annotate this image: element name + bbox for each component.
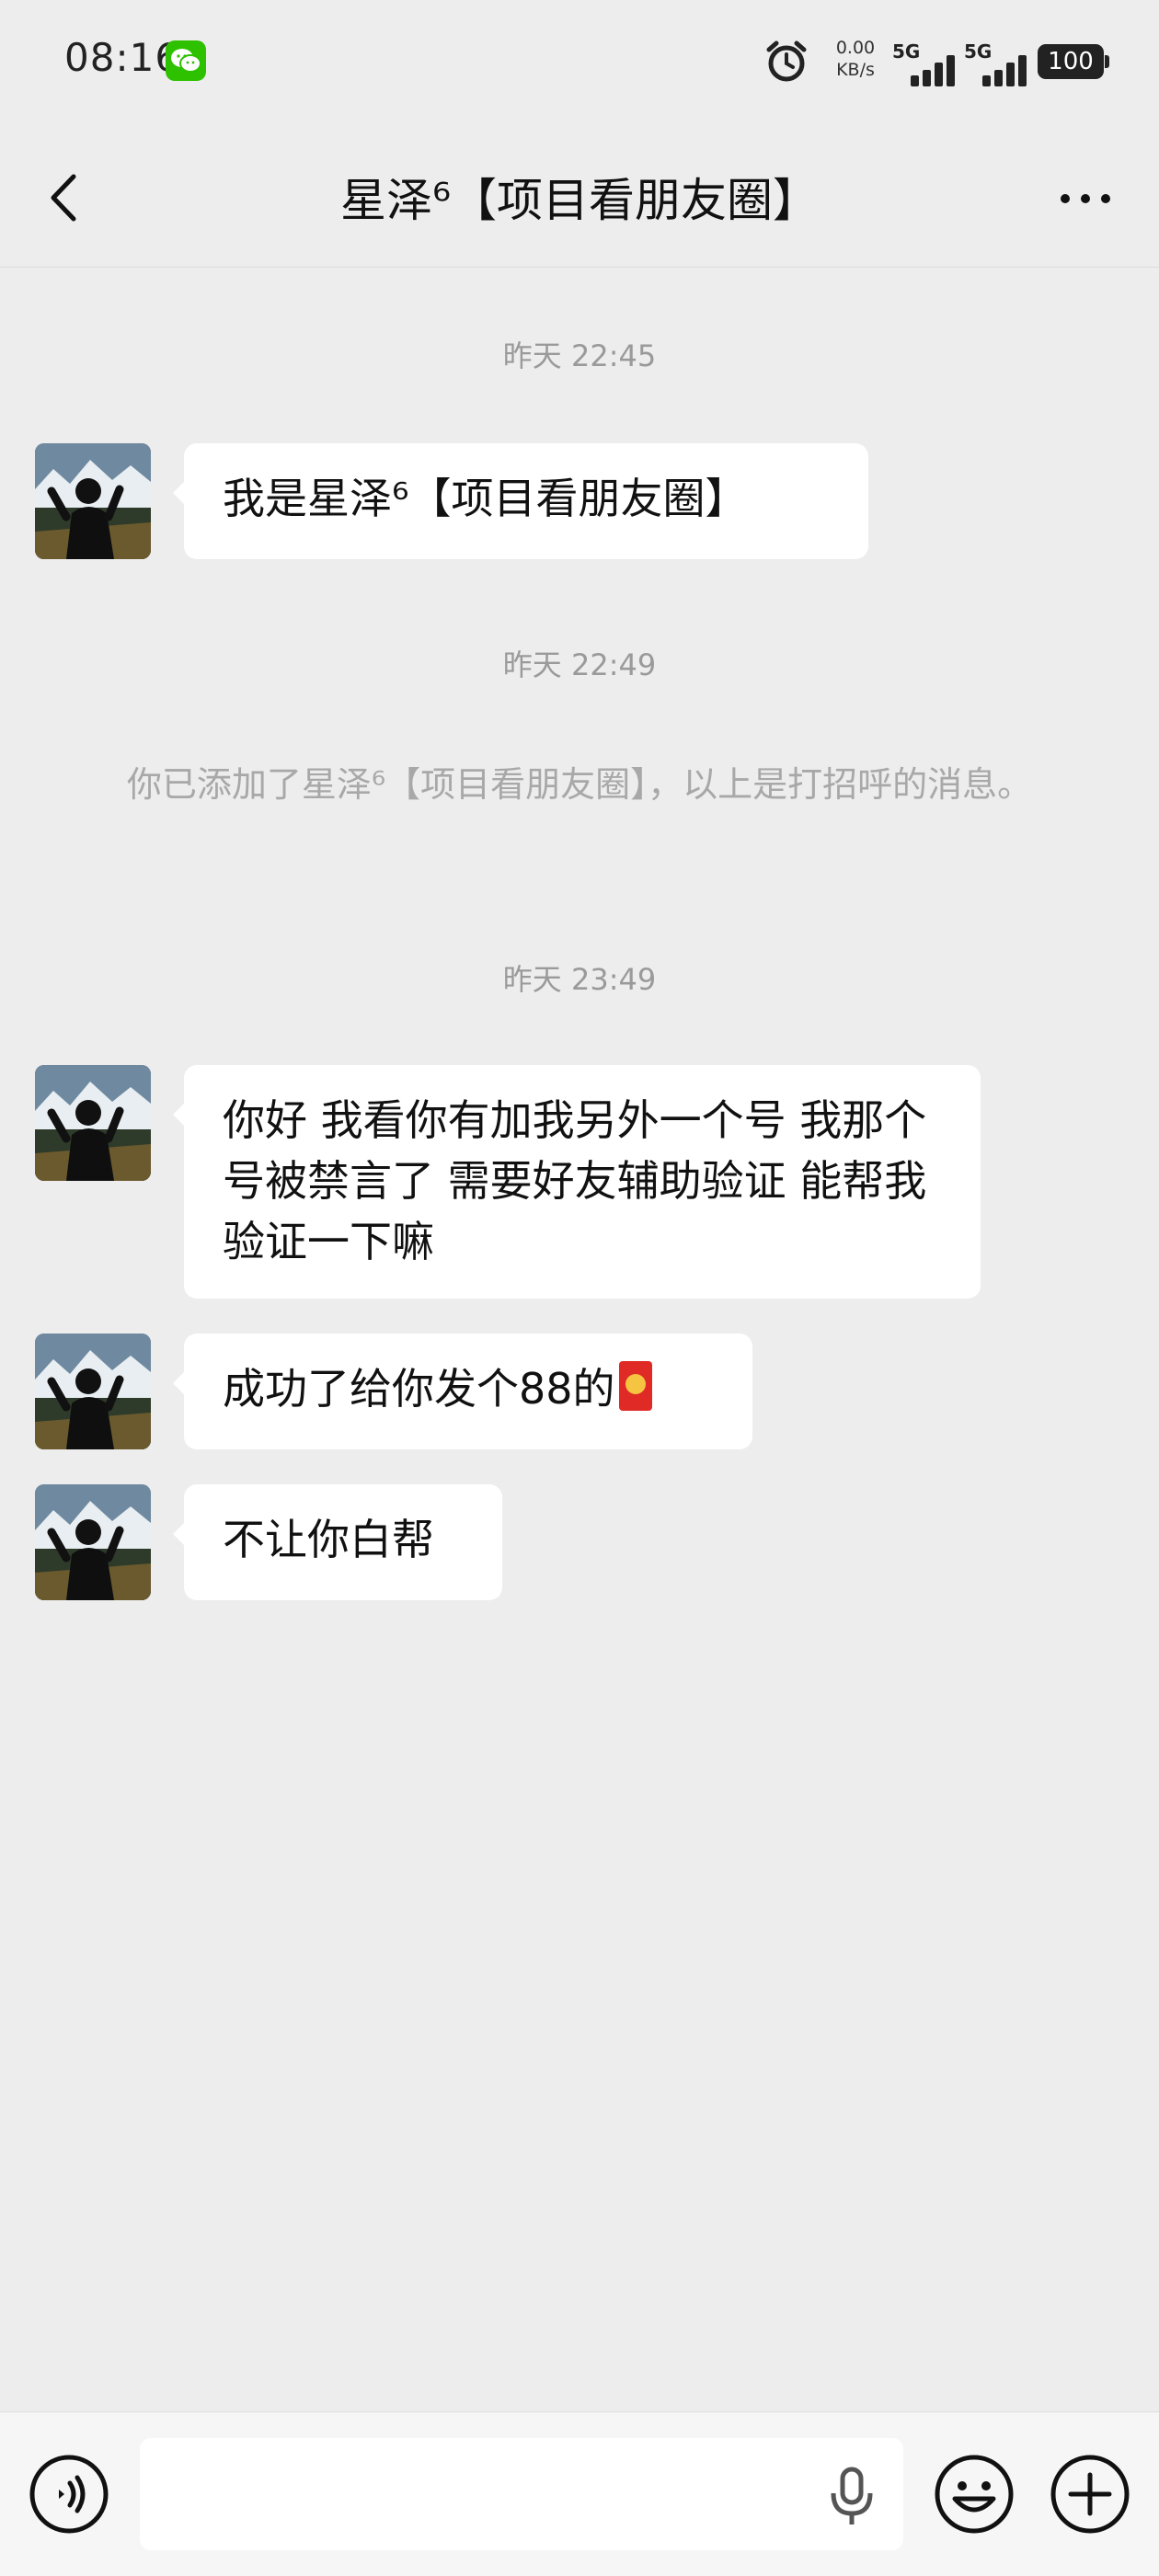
message-input[interactable] [140, 2438, 903, 2550]
message-text: 成功了给你发个88的 [223, 1364, 615, 1414]
timestamp: 昨天 23:49 [502, 962, 657, 997]
battery-icon: 100 [1038, 44, 1109, 79]
avatar[interactable] [35, 443, 151, 559]
status-bar: 08:16 0.00 KB/s 5G 5G 100 [0, 0, 1159, 129]
message-bubble[interactable]: 成功了给你发个88的 [173, 1334, 752, 1449]
avatar[interactable] [35, 1484, 151, 1600]
avatar[interactable] [35, 1065, 151, 1181]
emoji-icon[interactable] [933, 2453, 1016, 2536]
avatar[interactable] [35, 1334, 151, 1449]
net-speed-unit: KB/s [836, 60, 875, 80]
message-bubble[interactable]: 你好 我看你有加我另外一个号 我那个号被禁言了 需要好友辅助验证 能帮我验证一下… [173, 1065, 981, 1299]
message-text: 不让你白帮 [223, 1515, 434, 1564]
alarm-icon [763, 39, 809, 88]
timestamp: 昨天 22:45 [502, 338, 657, 373]
message-bubble[interactable]: 我是星泽⁶【项目看朋友圈】 [173, 443, 868, 559]
net-speed: 0.00 KB/s [828, 37, 883, 81]
message-text: 我是星泽⁶【项目看朋友圈】 [223, 474, 748, 523]
system-message: 你已添加了星泽⁶【项目看朋友圈】，以上是打招呼的消息。 [126, 764, 1033, 805]
wechat-notification-icon [166, 40, 206, 81]
plus-icon[interactable] [1049, 2453, 1131, 2536]
microphone-icon[interactable] [824, 2464, 879, 2528]
chat-title: 星泽⁶【项目看朋友圈】 [339, 174, 820, 227]
input-bar [0, 2411, 1159, 2576]
status-time: 08:16 [64, 35, 181, 80]
more-dots-icon[interactable] [1049, 173, 1122, 224]
message-bubble[interactable]: 不让你白帮 [173, 1484, 502, 1600]
red-packet-emoji-icon [618, 1361, 652, 1411]
timestamp: 昨天 22:49 [502, 647, 657, 682]
back-arrow-icon[interactable] [37, 166, 101, 230]
voice-icon[interactable] [28, 2453, 110, 2536]
net-speed-value: 0.00 [835, 38, 876, 58]
chat-header: 星泽⁶【项目看朋友圈】 [0, 129, 1159, 268]
message-text: 你好 我看你有加我另外一个号 我那个号被禁言了 需要好友辅助验证 能帮我验证一下… [223, 1095, 927, 1266]
